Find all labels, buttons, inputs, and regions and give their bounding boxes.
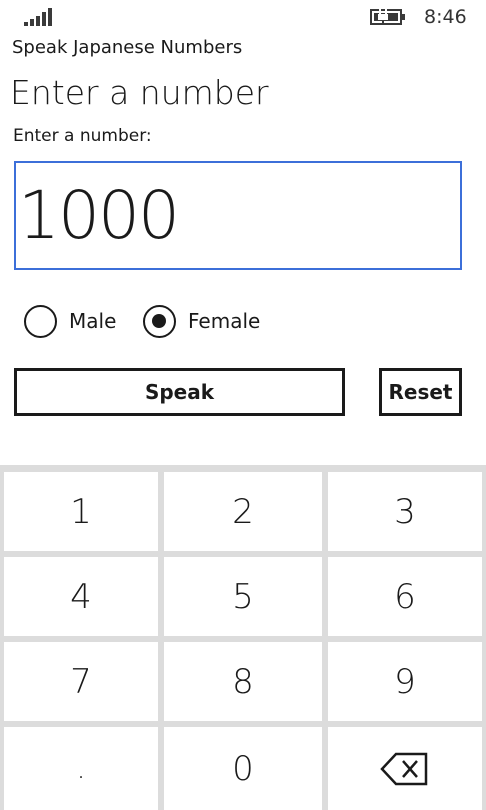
page-title: Enter a number — [10, 73, 269, 112]
backspace-key[interactable] — [328, 727, 482, 810]
key-decimal-point[interactable]: . — [4, 727, 158, 810]
reset-button[interactable]: Reset — [379, 368, 462, 416]
speak-button[interactable]: Speak — [14, 368, 345, 416]
male-radio-circle[interactable] — [24, 304, 57, 338]
male-radio[interactable]: Male — [24, 304, 116, 338]
key-0[interactable]: 0 — [164, 727, 322, 810]
female-radio-selected-dot — [152, 313, 166, 328]
key-2[interactable]: 2 — [164, 472, 322, 551]
female-radio-circle[interactable] — [143, 304, 176, 338]
clock: 8:46 — [424, 6, 467, 28]
signal-strength-icon — [24, 8, 56, 26]
key-9[interactable]: 9 — [328, 642, 482, 721]
male-radio-label[interactable]: Male — [69, 309, 116, 333]
app-name: Speak Japanese Numbers — [12, 37, 243, 58]
key-6[interactable]: 6 — [328, 557, 482, 636]
key-5[interactable]: 5 — [164, 557, 322, 636]
number-input[interactable] — [14, 161, 462, 270]
number-field-label: Enter a number: — [13, 126, 152, 146]
key-1[interactable]: 1 — [4, 472, 158, 551]
female-radio-label[interactable]: Female — [188, 309, 260, 333]
key-4[interactable]: 4 — [4, 557, 158, 636]
female-radio[interactable]: Female — [143, 304, 260, 338]
numeric-keypad: 1 2 3 4 5 6 7 8 9 . 0 — [0, 465, 486, 810]
key-8[interactable]: 8 — [164, 642, 322, 721]
backspace-icon — [380, 752, 428, 785]
key-3[interactable]: 3 — [328, 472, 482, 551]
status-bar: 8:46 — [0, 0, 486, 34]
key-7[interactable]: 7 — [4, 642, 158, 721]
battery-charging-icon — [370, 9, 405, 25]
